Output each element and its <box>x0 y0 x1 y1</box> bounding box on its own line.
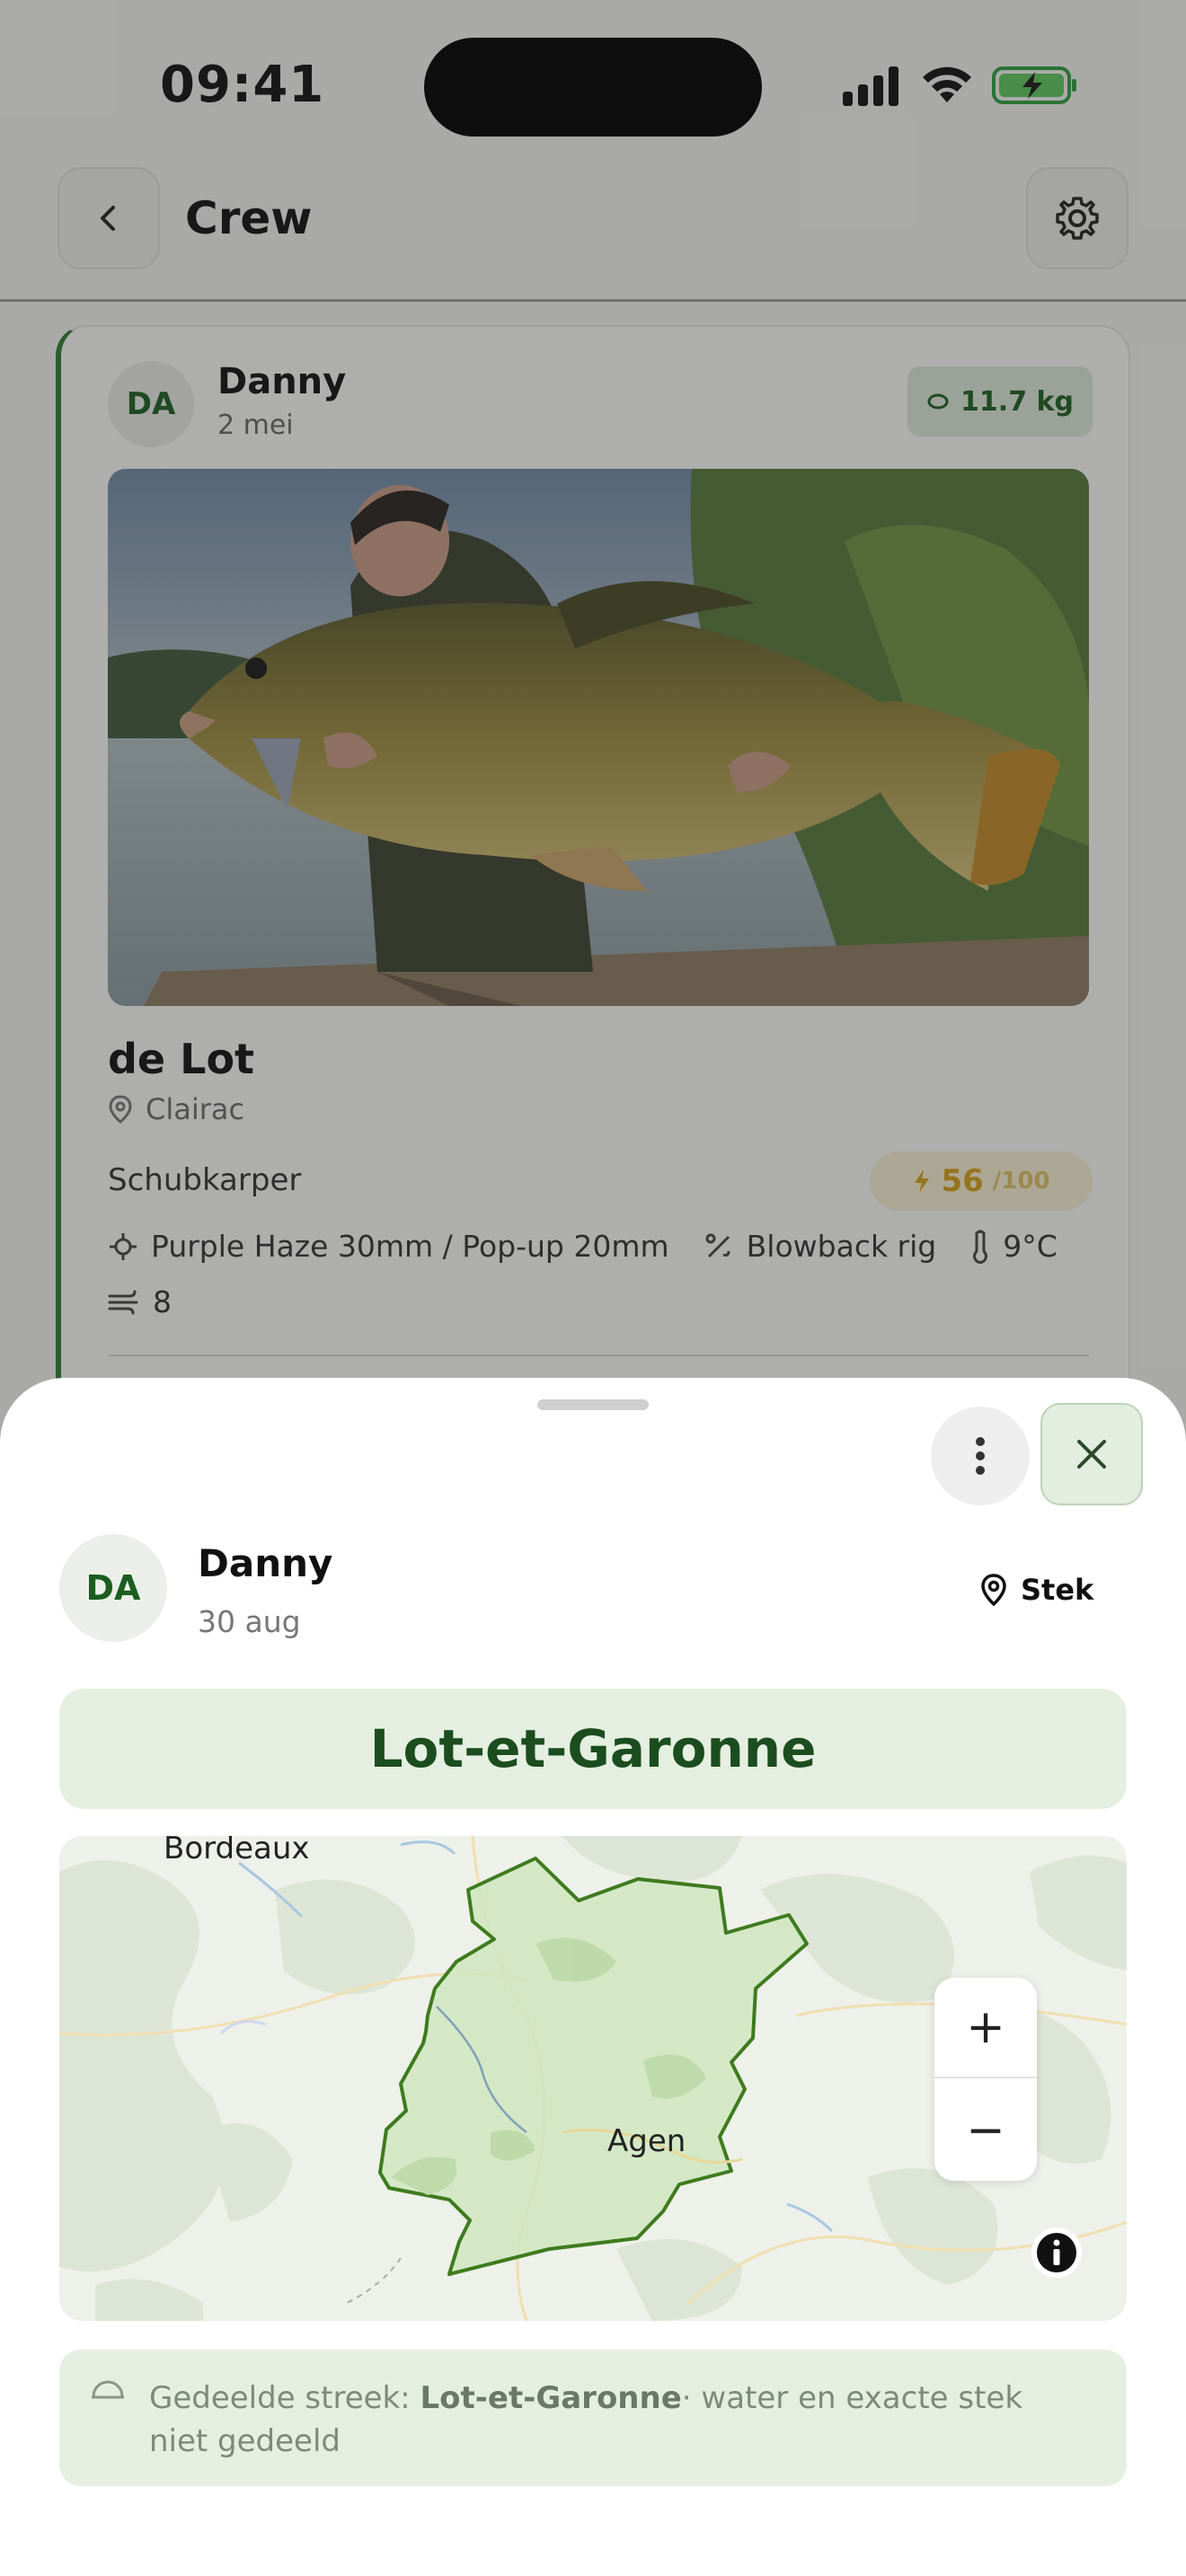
map-zoom-controls: + − <box>934 1978 1037 2181</box>
info-icon <box>1037 2233 1076 2272</box>
note-region: Lot-et-Garonne <box>420 2380 682 2416</box>
sheet-date: 30 aug <box>198 1604 301 1639</box>
half-dome-icon <box>92 2380 124 2399</box>
map-pin-icon <box>981 1574 1006 1607</box>
more-vertical-icon <box>976 1437 985 1475</box>
sheet-grabber[interactable] <box>537 1399 649 1410</box>
zoom-in-button[interactable]: + <box>934 1978 1037 2078</box>
map-info-button[interactable] <box>1031 2228 1082 2278</box>
map-label-bordeaux: Bordeaux <box>164 1836 310 1866</box>
sheet-user-name: Danny <box>198 1541 333 1585</box>
zoom-out-button[interactable]: − <box>934 2080 1037 2181</box>
bottom-sheet: DA Danny 30 aug Stek Lot-et-Garonne Bord… <box>0 1378 1186 2576</box>
shared-region-note: Gedeelde streek: Lot-et-Garonne· water e… <box>59 2350 1127 2486</box>
stek-button[interactable]: Stek <box>979 1565 1093 1615</box>
note-prefix: Gedeelde streek: <box>149 2380 420 2416</box>
region-title: Lot-et-Garonne <box>59 1689 1127 1809</box>
map-label-agen: Agen <box>607 2123 686 2159</box>
close-icon <box>1077 1440 1106 1469</box>
more-options-button[interactable] <box>931 1407 1030 1505</box>
close-button[interactable] <box>1040 1403 1143 1505</box>
avatar: DA <box>59 1534 167 1642</box>
stek-label: Stek <box>1021 1573 1094 1607</box>
